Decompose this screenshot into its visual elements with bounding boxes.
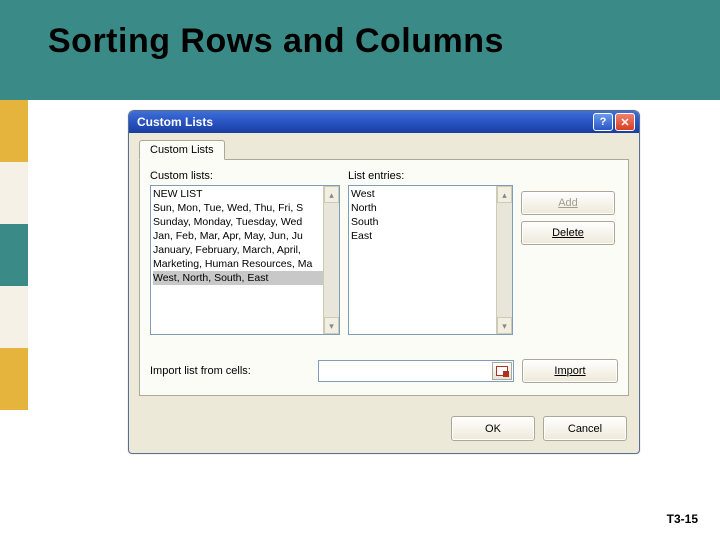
tab-custom-lists[interactable]: Custom Lists <box>139 140 225 160</box>
list-item[interactable]: Marketing, Human Resources, Ma <box>153 257 337 271</box>
delete-button[interactable]: Delete <box>521 221 615 245</box>
ok-button[interactable]: OK <box>451 416 535 441</box>
scroll-up-icon[interactable]: ▴ <box>497 186 512 203</box>
custom-lists-label: Custom lists: <box>150 170 340 182</box>
list-item[interactable]: January, February, March, April, <box>153 243 337 257</box>
scroll-up-icon[interactable]: ▴ <box>324 186 339 203</box>
list-entries-box[interactable]: WestNorthSouthEast ▴ ▾ <box>348 185 513 335</box>
import-from-cells-label: Import list from cells: <box>150 365 310 377</box>
list-item: North <box>351 201 510 215</box>
scroll-down-icon[interactable]: ▾ <box>324 317 339 334</box>
scrollbar[interactable]: ▴ ▾ <box>323 186 339 334</box>
import-range-input[interactable] <box>318 360 514 382</box>
range-picker-icon[interactable] <box>492 362 512 380</box>
help-icon[interactable]: ? <box>593 113 613 131</box>
close-icon[interactable]: ✕ <box>615 113 635 131</box>
cancel-button[interactable]: Cancel <box>543 416 627 441</box>
list-item: South <box>351 215 510 229</box>
tab-bar: Custom Lists <box>139 139 629 160</box>
list-item[interactable]: Jan, Feb, Mar, Apr, May, Jun, Ju <box>153 229 337 243</box>
list-item[interactable]: Sunday, Monday, Tuesday, Wed <box>153 215 337 229</box>
slide-title: Sorting Rows and Columns <box>48 22 504 61</box>
scrollbar[interactable]: ▴ ▾ <box>496 186 512 334</box>
custom-lists-dialog: Custom Lists ? ✕ Custom Lists Custom lis… <box>128 110 640 454</box>
list-item: West <box>351 187 510 201</box>
list-item[interactable]: NEW LIST <box>153 187 337 201</box>
list-item[interactable]: West, North, South, East <box>153 271 337 285</box>
scroll-down-icon[interactable]: ▾ <box>497 317 512 334</box>
add-button[interactable]: Add <box>521 191 615 215</box>
dialog-titlebar[interactable]: Custom Lists ? ✕ <box>129 111 639 133</box>
list-entries-label: List entries: <box>348 170 513 182</box>
list-item: East <box>351 229 510 243</box>
list-item[interactable]: Sun, Mon, Tue, Wed, Thu, Fri, S <box>153 201 337 215</box>
slide-number: T3-15 <box>667 512 698 526</box>
decorative-sidebar <box>0 100 28 410</box>
custom-lists-listbox[interactable]: NEW LISTSun, Mon, Tue, Wed, Thu, Fri, SS… <box>150 185 340 335</box>
dialog-title: Custom Lists <box>137 115 591 129</box>
import-button[interactable]: Import <box>522 359 618 383</box>
